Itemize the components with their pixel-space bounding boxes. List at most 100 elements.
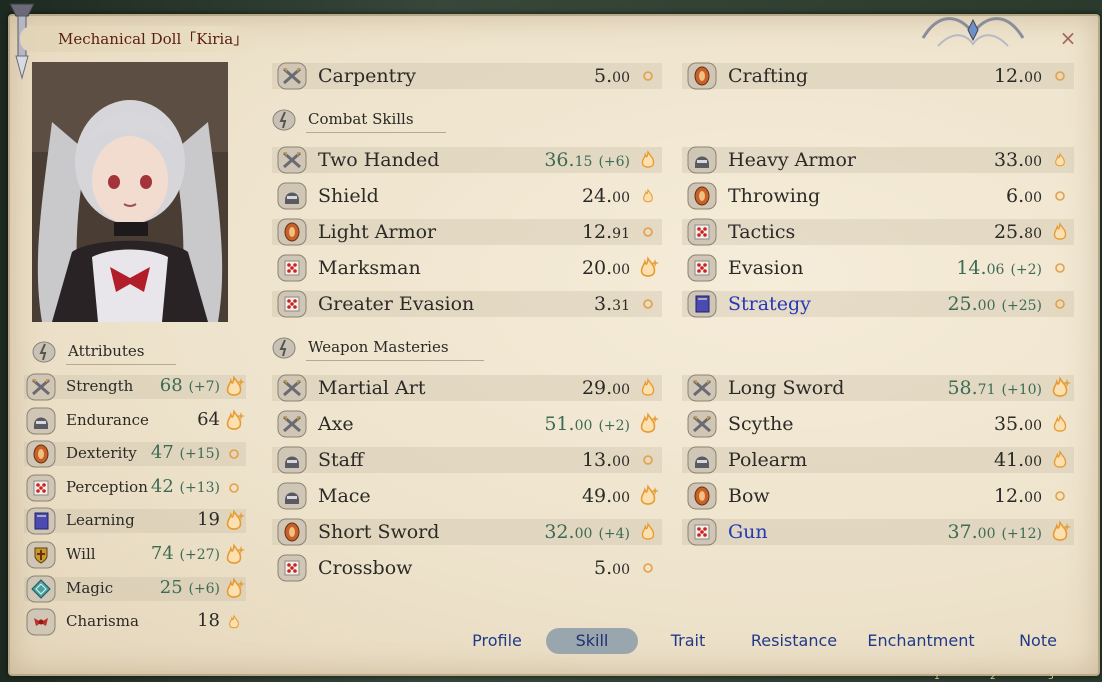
skill-value-dec: 91 <box>612 226 630 242</box>
skill-value-int: 24. <box>581 185 613 207</box>
attribute-row[interactable]: Perception 42 (+13) <box>24 472 246 504</box>
section-combat-skills: Combat Skills <box>272 108 472 133</box>
skill-row[interactable]: Light Armor 12.91 <box>272 216 662 248</box>
skill-row[interactable]: Carpentry 5.00 <box>272 60 662 92</box>
potential-flame-icon <box>1048 148 1072 172</box>
skill-value-int: 35. <box>993 413 1025 435</box>
skill-name: Tactics <box>728 221 796 243</box>
attribute-row[interactable]: Will 74 (+27) <box>24 539 246 571</box>
attribute-row[interactable]: Magic 25 (+6) <box>24 573 246 605</box>
skill-row[interactable]: Evasion 14.06 (+2) <box>682 252 1074 284</box>
crossed-swords-icon <box>24 373 58 401</box>
skill-value-dec: 00 <box>977 526 996 542</box>
potential-flame-icon <box>636 484 660 508</box>
close-button[interactable]: × <box>1058 28 1078 48</box>
skill-value-int: 51. <box>544 413 575 435</box>
skill-name: Mace <box>318 485 371 507</box>
skill-value: 58.71 (+10) <box>947 377 1042 399</box>
attribute-value: 18 <box>197 610 220 631</box>
attribute-row[interactable]: Endurance 64 <box>24 405 246 437</box>
skill-row[interactable]: Bow 12.00 <box>682 480 1074 512</box>
skill-name: Crafting <box>728 65 809 87</box>
skill-value-int: 33. <box>993 149 1025 171</box>
skill-row[interactable]: Long Sword 58.71 (+10) <box>682 372 1074 404</box>
skill-value-int: 13. <box>581 449 613 471</box>
tab-trait[interactable]: Trait <box>656 628 720 654</box>
skill-value: 24.00 <box>582 185 630 207</box>
attribute-name: Will <box>66 545 96 563</box>
skill-value-dec: 00 <box>612 70 630 86</box>
skill-value-dec: 15 <box>574 154 593 170</box>
attribute-value-int: 42 <box>150 475 174 497</box>
skill-row[interactable]: Heavy Armor 33.00 <box>682 144 1074 176</box>
attribute-row[interactable]: Learning 19 <box>24 505 246 537</box>
skill-name: Carpentry <box>318 65 417 87</box>
skill-name: Scythe <box>728 413 794 435</box>
skill-row[interactable]: Tactics 25.80 <box>682 216 1074 248</box>
skill-value: 12.00 <box>994 65 1042 87</box>
skill-name: Staff <box>318 449 364 471</box>
tab-note[interactable]: Note <box>1010 628 1066 654</box>
tab-enchantment[interactable]: Enchantment <box>862 628 980 654</box>
skill-row[interactable]: Greater Evasion 3.31 <box>272 288 662 320</box>
skill-name: Light Armor <box>318 221 437 243</box>
attribute-value: 64 <box>197 409 220 430</box>
skill-value: 36.15 (+6) <box>544 149 630 171</box>
potential-flame-icon <box>222 375 246 399</box>
rune-diamond-icon <box>24 575 58 603</box>
tab-resistance[interactable]: Resistance <box>746 628 842 654</box>
skill-value-dec: 71 <box>977 382 996 398</box>
ornament-flourish-icon <box>921 17 1025 47</box>
tab-skill[interactable]: Skill <box>546 628 638 654</box>
crossed-swords-icon <box>684 410 720 438</box>
skill-name: Heavy Armor <box>728 149 856 171</box>
dots-grid-icon <box>24 474 58 502</box>
potential-flame-icon <box>636 148 660 172</box>
attribute-row[interactable]: Strength 68 (+7) <box>24 371 246 403</box>
skill-row[interactable]: Crossbow 5.00 <box>272 552 662 584</box>
skill-row[interactable]: Gun 37.00 (+12) <box>682 516 1074 548</box>
attribute-value: 68 (+7) <box>160 375 220 396</box>
skill-row[interactable]: Mace 49.00 <box>272 480 662 512</box>
skill-value-int: 25. <box>993 221 1025 243</box>
skill-row[interactable]: Polearm 41.00 <box>682 444 1074 476</box>
skill-value: 13.00 <box>582 449 630 471</box>
skill-row[interactable]: Axe 51.00 (+2) <box>272 408 662 440</box>
skill-name: Marksman <box>318 257 421 279</box>
skill-value: 5.00 <box>594 557 630 579</box>
skill-value-int: 12. <box>993 65 1025 87</box>
skill-value-dec: 00 <box>574 526 593 542</box>
skill-bonus: (+6) <box>598 154 630 170</box>
skill-row[interactable]: Shield 24.00 <box>272 180 662 212</box>
skill-row[interactable]: Short Sword 32.00 (+4) <box>272 516 662 548</box>
tab-profile[interactable]: Profile <box>458 628 536 654</box>
helmet-icon <box>274 182 310 210</box>
skill-value-int: 29. <box>581 377 613 399</box>
skill-value: 49.00 <box>582 485 630 507</box>
potential-flame-icon <box>1048 484 1072 508</box>
attribute-value-int: 19 <box>197 509 220 531</box>
skill-row[interactable]: Crafting 12.00 <box>682 60 1074 92</box>
skill-row[interactable]: Throwing 6.00 <box>682 180 1074 212</box>
skill-value-dec: 00 <box>1024 190 1042 206</box>
attribute-row[interactable]: Charisma 18 <box>24 606 246 638</box>
skill-value-int: 12. <box>581 221 613 243</box>
attribute-row[interactable]: Dexterity 47 (+15) <box>24 438 246 470</box>
skill-value-dec: 00 <box>612 382 630 398</box>
skill-name: Polearm <box>728 449 808 471</box>
skill-row[interactable]: Two Handed 36.15 (+6) <box>272 144 662 176</box>
skill-value-int: 20. <box>581 257 613 279</box>
skill-row[interactable]: Scythe 35.00 <box>682 408 1074 440</box>
potential-flame-icon <box>1048 520 1072 544</box>
skill-row[interactable]: Strategy 25.00 (+25) <box>682 288 1074 320</box>
section-title: Weapon Masteries <box>308 338 449 356</box>
section-divider <box>306 360 484 361</box>
skill-value-int: 12. <box>993 485 1025 507</box>
dots-grid-icon <box>274 290 310 318</box>
skill-row[interactable]: Martial Art 29.00 <box>272 372 662 404</box>
skill-name: Gun <box>728 521 768 543</box>
shield-crest-icon <box>684 62 720 90</box>
skill-row[interactable]: Marksman 20.00 <box>272 252 662 284</box>
skill-row[interactable]: Staff 13.00 <box>272 444 662 476</box>
attribute-value-int: 68 <box>159 375 183 396</box>
